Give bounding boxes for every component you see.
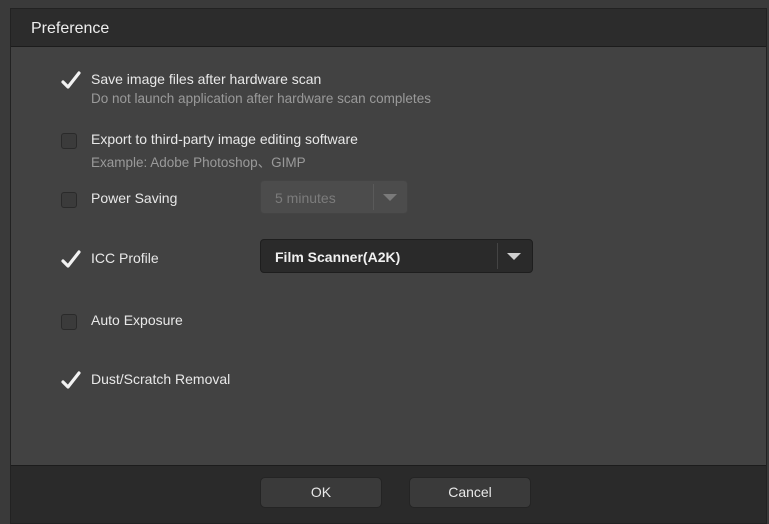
icc-profile-select[interactable]: Film Scanner(A2K) bbox=[260, 239, 533, 273]
preference-dialog: Preference Save image files after hardwa… bbox=[10, 8, 767, 524]
icc-profile-checkbox[interactable] bbox=[61, 250, 81, 268]
checkmark-icon bbox=[61, 71, 81, 89]
power-saving-checkbox[interactable] bbox=[61, 192, 77, 208]
checkmark-icon bbox=[61, 250, 81, 268]
power-saving-select-value: 5 minutes bbox=[275, 190, 336, 206]
icc-profile-select-value: Film Scanner(A2K) bbox=[275, 249, 401, 265]
chevron-down-icon bbox=[383, 194, 397, 201]
power-saving-select[interactable]: 5 minutes bbox=[260, 180, 408, 214]
dialog-footer: OK Cancel bbox=[11, 465, 766, 523]
checkmark-icon bbox=[61, 371, 81, 389]
save-files-checkbox[interactable] bbox=[61, 71, 81, 89]
icc-profile-label: ICC Profile bbox=[91, 250, 159, 266]
save-files-label: Save image files after hardware scan bbox=[91, 71, 322, 87]
cancel-button[interactable]: Cancel bbox=[409, 477, 531, 508]
dialog-titlebar: Preference bbox=[11, 9, 766, 47]
dialog-title: Preference bbox=[31, 20, 110, 37]
auto-exposure-label: Auto Exposure bbox=[91, 312, 183, 328]
dust-removal-label: Dust/Scratch Removal bbox=[91, 371, 231, 387]
dust-removal-checkbox[interactable] bbox=[61, 371, 81, 389]
auto-exposure-checkbox[interactable] bbox=[61, 314, 77, 330]
export-label: Export to third-party image editing soft… bbox=[91, 131, 358, 147]
power-saving-label: Power Saving bbox=[91, 190, 178, 206]
export-checkbox[interactable] bbox=[61, 133, 77, 149]
chevron-down-icon bbox=[507, 253, 521, 260]
save-files-description: Do not launch application after hardware… bbox=[91, 91, 431, 106]
ok-button[interactable]: OK bbox=[260, 477, 382, 508]
export-description: Example: Adobe Photoshop、GIMP bbox=[91, 155, 306, 170]
